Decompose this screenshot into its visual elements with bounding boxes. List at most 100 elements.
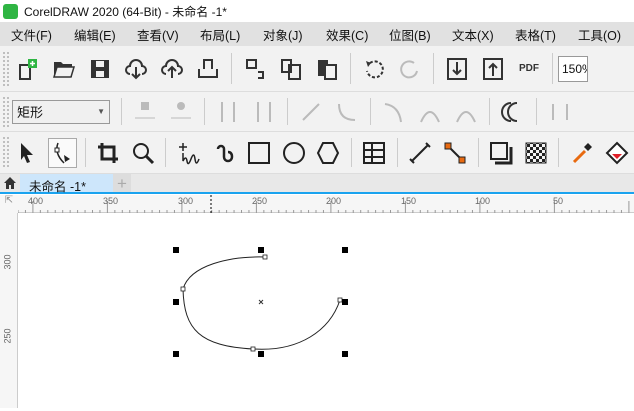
menu-bitmaps[interactable]: 位图(B) xyxy=(378,25,441,44)
paste-icon xyxy=(318,59,337,80)
shape-tool[interactable] xyxy=(47,137,77,168)
menu-edit[interactable]: 编辑(E) xyxy=(63,25,126,44)
checkerboard-icon xyxy=(525,142,547,163)
pick-tool[interactable] xyxy=(13,138,42,168)
separator xyxy=(204,97,205,126)
ruler-label: 300 xyxy=(178,196,194,206)
zoom-tool[interactable] xyxy=(128,138,157,168)
crop-tool[interactable] xyxy=(94,138,123,168)
undo-icon xyxy=(366,59,384,78)
ellipse-tool[interactable] xyxy=(279,138,308,168)
add-node-icon xyxy=(135,101,155,118)
menu-object[interactable]: 对象(J) xyxy=(252,25,315,44)
dimension-tool[interactable] xyxy=(406,138,435,168)
undo-button[interactable] xyxy=(359,54,389,84)
separator xyxy=(558,138,560,167)
menu-effects[interactable]: 效果(C) xyxy=(315,25,378,44)
paste-button[interactable] xyxy=(312,54,342,84)
separator xyxy=(84,138,86,167)
reverse-direction-icon xyxy=(501,101,518,122)
separator xyxy=(433,52,434,85)
cut-button[interactable] xyxy=(240,54,270,84)
toolbar-grip[interactable] xyxy=(2,50,10,87)
ellipse-icon xyxy=(282,141,305,164)
tab-document[interactable]: 未命名 -1* xyxy=(20,174,113,194)
separator xyxy=(287,97,288,126)
crop-icon xyxy=(98,142,118,163)
cloud-download-button[interactable] xyxy=(121,54,151,84)
cusp-node-button[interactable] xyxy=(379,97,409,127)
magnifier-icon xyxy=(132,142,154,164)
curve-icon xyxy=(338,103,356,121)
chevron-down-icon: ▼ xyxy=(97,107,105,116)
menu-file[interactable]: 文件(F) xyxy=(0,25,63,44)
print-button[interactable] xyxy=(193,54,223,84)
fill-icon xyxy=(605,141,629,164)
print-icon xyxy=(198,58,218,78)
table-icon xyxy=(363,141,386,164)
smooth-node-button[interactable] xyxy=(415,97,445,127)
export-button[interactable] xyxy=(478,54,508,84)
toolbar-grip[interactable] xyxy=(2,95,10,128)
eyedropper-icon xyxy=(572,142,592,163)
break-curve-button[interactable] xyxy=(249,97,279,127)
copy-button[interactable] xyxy=(276,54,306,84)
polygon-tool[interactable] xyxy=(314,138,343,168)
import-button[interactable] xyxy=(442,54,472,84)
menu-text[interactable]: 文本(X) xyxy=(441,25,504,44)
transparency-tool[interactable] xyxy=(521,138,550,168)
welcome-tab[interactable] xyxy=(0,174,20,192)
connector-tool[interactable] xyxy=(441,138,470,168)
hexagon-icon xyxy=(317,141,340,164)
symmetric-node-icon xyxy=(456,110,476,122)
to-curve-button[interactable] xyxy=(332,97,362,127)
menu-layout[interactable]: 布局(L) xyxy=(189,25,252,44)
menu-tools[interactable]: 工具(O) xyxy=(567,25,630,44)
ruler-origin[interactable]: ⇱ xyxy=(0,195,18,213)
delete-node-button[interactable] xyxy=(166,97,196,127)
toolbar-grip[interactable] xyxy=(2,136,10,169)
artistic-media-tool[interactable] xyxy=(209,138,238,168)
center-mark-icon xyxy=(258,299,264,305)
interactive-fill-tool[interactable] xyxy=(602,138,631,168)
rectangle-icon xyxy=(247,141,270,164)
drawing-canvas[interactable] xyxy=(19,214,634,408)
symmetric-node-button[interactable] xyxy=(451,97,481,127)
menu-table[interactable]: 表格(T) xyxy=(504,25,567,44)
to-line-button[interactable] xyxy=(296,97,326,127)
dimension-icon xyxy=(409,141,431,164)
join-nodes-icon xyxy=(221,101,235,122)
new-tab-button[interactable]: + xyxy=(113,174,131,193)
cloud-download-icon xyxy=(125,58,147,79)
separator xyxy=(489,97,490,126)
ruler-label: 100 xyxy=(475,196,491,206)
object-type-dropdown[interactable]: 矩形 ▼ xyxy=(12,99,110,124)
save-button[interactable] xyxy=(85,54,115,84)
redo-button[interactable] xyxy=(395,54,425,84)
table-tool[interactable] xyxy=(360,138,389,168)
cut-icon xyxy=(246,58,264,79)
menu-bar: 文件(F) 编辑(E) 查看(V) 布局(L) 对象(J) 效果(C) 位图(B… xyxy=(0,22,634,46)
publish-pdf-button[interactable]: PDF xyxy=(514,54,544,84)
rectangle-tool[interactable] xyxy=(244,138,273,168)
new-document-button[interactable] xyxy=(13,54,43,84)
separator xyxy=(165,138,167,167)
separator xyxy=(536,97,537,126)
open-button[interactable] xyxy=(49,54,79,84)
menu-view[interactable]: 查看(V) xyxy=(126,25,189,44)
freehand-tool[interactable] xyxy=(174,138,203,168)
add-node-button[interactable] xyxy=(130,97,160,127)
reverse-direction-button[interactable] xyxy=(498,97,528,127)
eyedropper-tool[interactable] xyxy=(567,138,596,168)
ruler-label: 400 xyxy=(28,196,44,206)
smooth-node-icon xyxy=(420,110,440,122)
extend-curve-button[interactable] xyxy=(545,97,575,127)
drop-shadow-tool[interactable] xyxy=(486,138,515,168)
join-nodes-button[interactable] xyxy=(213,97,243,127)
ruler-label: 300 xyxy=(2,254,13,270)
horizontal-ruler[interactable]: 400 350 300 250 200 150 100 50 xyxy=(18,195,634,213)
vertical-ruler[interactable]: 300 250 xyxy=(0,213,18,408)
redo-icon xyxy=(400,59,418,78)
zoom-level-input[interactable]: 150% xyxy=(558,55,588,82)
cloud-upload-button[interactable] xyxy=(157,54,187,84)
